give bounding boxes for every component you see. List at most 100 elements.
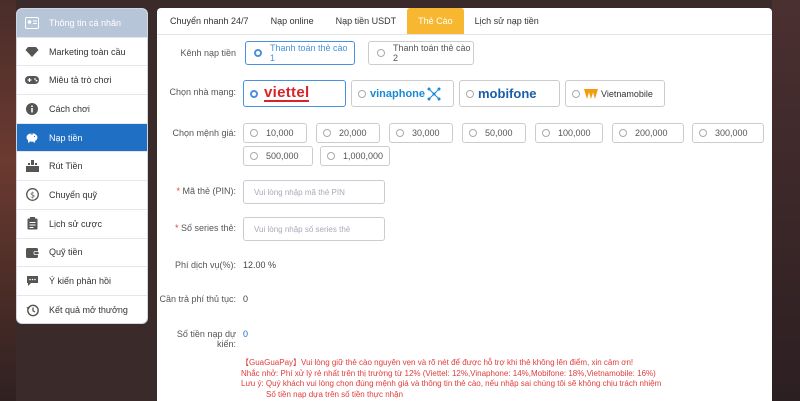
sidebar-item-label: Quỹ tiền	[49, 247, 83, 258]
sidebar-item-label: Ý kiến phản hồi	[49, 276, 112, 287]
radio-dot	[327, 152, 335, 160]
main-panel: Chuyển nhanh 24/7 Nạp online Nạp tiền US…	[157, 8, 772, 401]
radio-dot	[619, 129, 627, 137]
radio-dot	[250, 129, 258, 137]
amount-value: 1,000,000	[343, 151, 384, 161]
amount-value: 100,000	[558, 128, 591, 138]
pin-label: * Mã thẻ (PIN):	[176, 186, 236, 196]
clipboard-icon	[25, 217, 39, 231]
radio-dot	[323, 129, 331, 137]
history-icon	[25, 303, 39, 317]
tab-online-deposit[interactable]: Nạp online	[260, 8, 325, 34]
radio-dot	[254, 49, 262, 57]
channel-option-1[interactable]: Thanh toán thẻ cào 1	[245, 41, 355, 65]
note-line: Lưu ý: Quý khách vui lòng chọn đúng mệnh…	[241, 379, 662, 388]
tab-bar: Chuyển nhanh 24/7 Nạp online Nạp tiền US…	[157, 8, 772, 35]
radio-dot	[396, 129, 404, 137]
amount-option-1000000[interactable]: 1,000,000	[320, 146, 390, 166]
vietnamobile-logo: Vietnamobile	[601, 88, 653, 99]
chat-icon	[25, 274, 39, 288]
tab-usdt-deposit[interactable]: Nạp tiền USDT	[325, 8, 408, 34]
tab-deposit-history[interactable]: Lịch sử nạp tiền	[464, 8, 550, 34]
viettel-logo: viettel	[264, 83, 310, 102]
sidebar-item-bet-history[interactable]: Lịch sử cược	[17, 210, 147, 239]
amount-option-10000[interactable]: 10,000	[243, 123, 307, 143]
radio-dot	[699, 129, 707, 137]
note-line: Nhắc nhở: Phí xử lý rẻ nhất trên thị trư…	[241, 368, 656, 378]
amount-option-30000[interactable]: 30,000	[389, 123, 453, 143]
amount-value: 10,000	[266, 128, 294, 138]
svg-text:$: $	[29, 191, 34, 200]
sidebar-item-label: Cách chơi	[49, 103, 90, 114]
network-label: Chọn nhà mạng:	[169, 87, 236, 97]
amount-value: 50,000	[485, 128, 513, 138]
sidebar-item-label: Rút Tiền	[49, 161, 83, 172]
note-line: Số tiền nạp dựa trên số tiền thực nhận	[266, 389, 404, 399]
sidebar-item-label: Thông tin cá nhân	[49, 17, 122, 28]
amount-label: Chọn mệnh giá:	[172, 128, 236, 138]
channel-option-label: Thanh toán thẻ cào 2	[393, 43, 471, 63]
mobifone-logo: mobifone	[478, 86, 537, 101]
network-option-mobifone[interactable]: mobifone	[459, 80, 560, 107]
radio-dot	[466, 89, 474, 98]
sidebar-item-deposit[interactable]: Nạp tiền	[17, 123, 147, 153]
amount-option-500000[interactable]: 500,000	[243, 146, 313, 166]
sidebar-item-label: Miêu tả trò chơi	[49, 75, 112, 86]
diamond-icon	[25, 45, 39, 59]
serial-input[interactable]	[243, 217, 385, 241]
amount-option-200000[interactable]: 200,000	[612, 123, 684, 143]
dollar-coin-icon: $	[25, 188, 39, 202]
radio-dot	[572, 89, 580, 98]
amount-option-100000[interactable]: 100,000	[535, 123, 603, 143]
sidebar-item-lottery-results[interactable]: Kết quả mở thưởng	[17, 296, 147, 323]
background-left	[0, 0, 16, 401]
expected-amount-label: Số tiền nạp dự kiến:	[176, 329, 236, 349]
sidebar-item-label: Marketing toàn cầu	[49, 46, 126, 57]
amount-value: 20,000	[339, 128, 367, 138]
fee-value: 12.00 %	[243, 260, 277, 270]
radio-dot	[377, 49, 385, 57]
piggy-bank-icon	[25, 131, 39, 145]
sidebar-item-feedback[interactable]: Ý kiến phản hồi	[17, 267, 147, 296]
amount-option-300000[interactable]: 300,000	[692, 123, 764, 143]
radio-dot	[542, 129, 550, 137]
channel-label: Kênh nạp tiền	[180, 48, 236, 58]
vinaphone-logo-mark	[427, 87, 441, 100]
sidebar-item-transfer[interactable]: $ Chuyển quỹ	[17, 181, 147, 210]
service-fee-label: Cần trả phí thủ tục:	[159, 294, 236, 304]
background-right	[772, 0, 800, 401]
sidebar-item-label: Chuyển quỹ	[49, 189, 98, 200]
vietnamobile-logo-mark	[584, 88, 598, 99]
amount-option-20000[interactable]: 20,000	[316, 123, 380, 143]
channel-option-2[interactable]: Thanh toán thẻ cào 2	[368, 41, 474, 65]
network-option-vinaphone[interactable]: vinaphone	[351, 80, 454, 107]
amount-option-50000[interactable]: 50,000	[462, 123, 526, 143]
user-card-icon	[25, 16, 39, 30]
sidebar-item-marketing[interactable]: Marketing toàn cầu	[17, 38, 147, 67]
wallet-icon	[25, 245, 39, 259]
tab-quick-transfer[interactable]: Chuyển nhanh 24/7	[159, 8, 260, 34]
amount-value: 200,000	[635, 128, 668, 138]
sidebar-item-label: Lịch sử cược	[49, 218, 102, 229]
notes-block: 【GuaGuaPay】Vui lòng giữ thẻ cào nguyên v…	[241, 358, 761, 400]
service-fee-value: 0	[243, 294, 249, 304]
sidebar-item-funds[interactable]: Quỹ tiền	[17, 239, 147, 268]
network-option-vietnamobile[interactable]: Vietnamobile	[565, 80, 665, 107]
sidebar: Thông tin cá nhân Marketing toàn cầu Miê…	[16, 8, 148, 324]
network-option-viettel[interactable]: viettel	[243, 80, 346, 107]
serial-label: * Số series thẻ:	[174, 223, 236, 233]
radio-dot	[250, 152, 258, 160]
sidebar-item-how-to-play[interactable]: Cách chơi	[17, 95, 147, 124]
sidebar-item-profile[interactable]: Thông tin cá nhân	[17, 9, 147, 38]
sidebar-item-game-description[interactable]: Miêu tả trò chơi	[17, 66, 147, 96]
info-icon	[25, 102, 39, 116]
vinaphone-logo: vinaphone	[370, 87, 426, 100]
tab-scratch-card[interactable]: Thẻ Cào	[407, 8, 464, 34]
amount-value: 30,000	[412, 128, 440, 138]
note-line: 【GuaGuaPay】Vui lòng giữ thẻ cào nguyên v…	[241, 358, 634, 367]
sidebar-item-label: Nạp tiền	[49, 132, 83, 143]
pin-input[interactable]	[243, 180, 385, 204]
sidebar-item-withdraw[interactable]: Rút Tiền	[17, 152, 147, 182]
withdraw-icon	[25, 159, 39, 173]
sidebar-item-label: Kết quả mở thưởng	[49, 305, 128, 316]
